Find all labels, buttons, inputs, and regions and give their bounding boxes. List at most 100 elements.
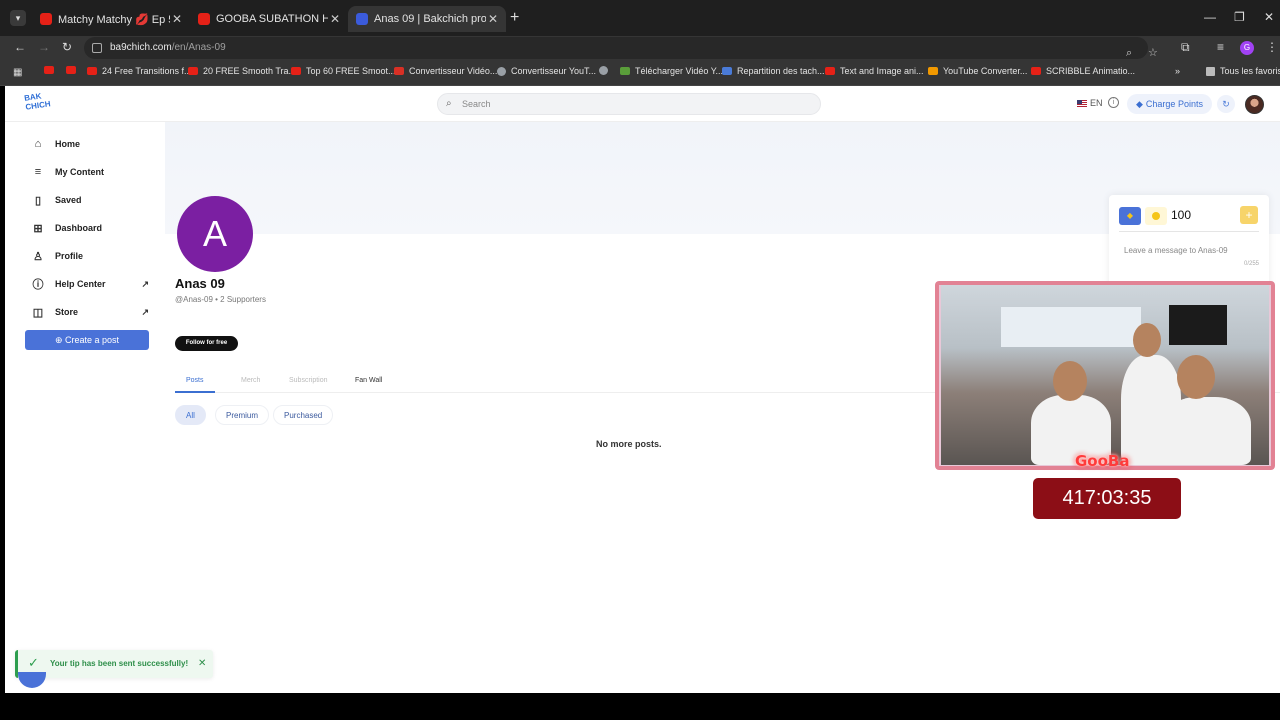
- tab-fan-wall[interactable]: Fan Wall: [355, 377, 382, 384]
- bookmark-13[interactable]: SCRIBBLE Animatio...: [1031, 66, 1135, 76]
- extensions-icon[interactable]: ⧉: [1181, 40, 1190, 55]
- browser-tab-3-active[interactable]: Anas 09 | Bakchich profile | Bakc ✕: [348, 6, 506, 32]
- sidebar-item-help-center[interactable]: ⓘ Help Center ↗: [31, 274, 150, 294]
- browser-tab-1[interactable]: Matchy Matchy 💋 Ep 56: Zoya ✕: [32, 6, 190, 32]
- reload-icon[interactable]: ↻: [62, 40, 72, 54]
- globe-icon: [599, 66, 608, 75]
- site-info-icon[interactable]: [92, 43, 102, 53]
- char-counter: 0/255: [1243, 261, 1259, 267]
- address-bar[interactable]: ba9chich.com/en/Anas-09 ⌕ ☆: [84, 37, 1158, 59]
- divider: [1119, 231, 1259, 232]
- sidebar-item-label: Saved: [55, 195, 82, 205]
- tab-close-icon[interactable]: ✕: [170, 12, 184, 26]
- language-label: EN: [1090, 98, 1103, 108]
- dashboard-icon: ⊞: [33, 222, 43, 235]
- tip-message-input[interactable]: Leave a message to Anas-09: [1124, 246, 1228, 255]
- bookmark-12[interactable]: YouTube Converter...: [928, 66, 1027, 76]
- webcam-video: [941, 285, 1269, 465]
- bookmark-7[interactable]: Convertisseur YouT...: [497, 66, 596, 76]
- tab-merch[interactable]: Merch: [241, 377, 260, 384]
- diamond-icon: ◆: [1136, 99, 1143, 109]
- follow-button[interactable]: Follow for free: [175, 336, 238, 351]
- tab-close-icon[interactable]: ✕: [486, 12, 500, 26]
- bookmarks-bar: ▦ 24 Free Transitions f... 20 FREE Smoot…: [0, 60, 1280, 86]
- language-selector[interactable]: EN: [1077, 98, 1103, 108]
- back-icon[interactable]: ←: [14, 40, 26, 54]
- bookmark-2[interactable]: [66, 66, 81, 74]
- bookmark-3[interactable]: 24 Free Transitions f...: [87, 66, 192, 76]
- sidebar-item-dashboard[interactable]: ⊞ Dashboard: [31, 218, 149, 238]
- browser-tab-2[interactable]: GOOBA SUBATHON HIGHLIGH ✕: [190, 6, 348, 32]
- site-logo[interactable]: BAK CHICH: [24, 90, 53, 115]
- bookmark-5[interactable]: Top 60 FREE Smoot...: [291, 66, 396, 76]
- sidebar-item-saved[interactable]: ▯ Saved: [31, 190, 149, 210]
- filter-all[interactable]: All: [175, 405, 206, 425]
- background-window: [1001, 307, 1141, 347]
- coin-icon[interactable]: [1145, 207, 1167, 225]
- tab-search-button[interactable]: ▾: [10, 10, 26, 26]
- toast-close-icon[interactable]: ✕: [198, 658, 206, 669]
- diamond-icon[interactable]: ◆: [1119, 207, 1141, 225]
- notification-icon[interactable]: ↻: [1217, 95, 1235, 113]
- restore-icon[interactable]: ❐: [1234, 10, 1245, 24]
- charge-points-label: Charge Points: [1145, 99, 1203, 109]
- sidebar: ⌂ Home ≡ My Content ▯ Saved ⊞ Dashboard ♙ Pro…: [5, 122, 165, 693]
- youtube-icon: [291, 67, 301, 75]
- tab-title: Matchy Matchy 💋 Ep 56: Zoya: [58, 13, 170, 26]
- bookmark-label: SCRIBBLE Animatio...: [1046, 66, 1136, 76]
- active-tab-indicator: [175, 391, 215, 393]
- bookmark-9[interactable]: Télécharger Vidéo Y...: [620, 66, 723, 76]
- filter-premium[interactable]: Premium: [215, 405, 270, 425]
- close-window-icon[interactable]: ✕: [1264, 10, 1274, 24]
- bookmark-8[interactable]: [599, 66, 613, 75]
- search-placeholder: Search: [462, 99, 491, 109]
- folder-icon: [1206, 66, 1215, 76]
- menu-icon[interactable]: ⋮: [1266, 40, 1278, 54]
- new-tab-button[interactable]: +: [510, 9, 519, 27]
- search-icon: ⌕: [446, 98, 452, 109]
- bookmark-11[interactable]: Text and Image ani...: [825, 66, 924, 76]
- bookmarks-overflow-icon[interactable]: »: [1175, 66, 1180, 76]
- apps-grid-icon[interactable]: ▦: [13, 67, 22, 78]
- media-icon[interactable]: ≡: [1217, 40, 1224, 54]
- search-input[interactable]: ⌕ Search: [437, 93, 821, 115]
- forward-icon[interactable]: →: [38, 40, 50, 54]
- streamer-2-head: [1133, 323, 1161, 357]
- all-bookmarks-folder[interactable]: Tous les favoris: [1206, 66, 1280, 76]
- bookmark-1[interactable]: [44, 66, 59, 74]
- site-header: BAK CHICH ⌕ Search EN i ◆ Charge Points ↻: [5, 86, 1280, 122]
- sidebar-item-profile[interactable]: ♙ Profile: [31, 246, 149, 266]
- sidebar-item-label: Profile: [55, 251, 84, 261]
- tab-close-icon[interactable]: ✕: [328, 12, 342, 26]
- bookmark-4[interactable]: 20 FREE Smooth Tra...: [188, 66, 296, 76]
- increase-tip-button[interactable]: +: [1240, 206, 1258, 224]
- sidebar-item-label: My Content: [55, 167, 104, 177]
- profile-avatar: A: [177, 196, 253, 272]
- us-flag-icon: [1077, 99, 1087, 107]
- tip-amount[interactable]: 100: [1171, 208, 1191, 222]
- bookmark-label: 20 FREE Smooth Tra...: [203, 66, 297, 76]
- list-icon: ≡: [34, 166, 42, 178]
- sidebar-item-store[interactable]: ◫ Store ↗: [31, 302, 149, 322]
- browser-tab-strip: ▾ Matchy Matchy 💋 Ep 56: Zoya ✕ GOOBA SU…: [0, 0, 1280, 36]
- filter-purchased[interactable]: Purchased: [273, 405, 334, 425]
- minimize-icon[interactable]: —: [1204, 10, 1216, 24]
- bookmark-10[interactable]: Repartition des tach...: [722, 66, 825, 76]
- home-icon: ⌂: [34, 138, 42, 150]
- charge-points-button[interactable]: ◆ Charge Points: [1127, 94, 1212, 114]
- external-link-icon: ↗: [141, 306, 149, 317]
- person-icon: ♙: [33, 250, 43, 263]
- bookmark-6[interactable]: Convertisseur Vidéo...: [394, 66, 497, 76]
- create-post-button[interactable]: ⊕ Create a post: [25, 330, 149, 350]
- external-link-icon: ↗: [141, 278, 149, 289]
- sidebar-item-my-content[interactable]: ≡ My Content: [31, 162, 149, 182]
- youtube-icon: [66, 66, 76, 74]
- user-avatar[interactable]: [1245, 95, 1264, 114]
- tab-posts[interactable]: Posts: [186, 377, 204, 384]
- info-icon[interactable]: i: [1108, 97, 1119, 108]
- bookmark-icon: ▯: [34, 194, 42, 207]
- browser-profile-avatar[interactable]: G: [1240, 41, 1254, 55]
- bookmark-label: Convertisseur Vidéo...: [409, 66, 498, 76]
- sidebar-item-home[interactable]: ⌂ Home: [31, 134, 149, 154]
- tab-subscription[interactable]: Subscription: [289, 377, 328, 384]
